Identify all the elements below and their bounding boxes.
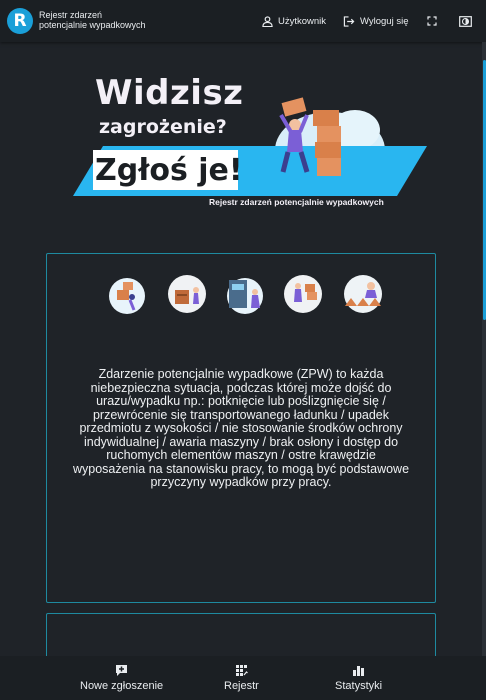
machine-worker-icon: [227, 278, 263, 314]
banner-subtitle: Rejestr zdarzeń potencjalnie wypadkowych: [209, 197, 384, 207]
nav-registry[interactable]: Rejestr: [224, 664, 259, 692]
boxes-worker-icon: [168, 275, 206, 313]
logout-button[interactable]: Wyloguj się: [343, 13, 409, 29]
nav-registry-label: Rejestr: [224, 680, 259, 692]
logo-letter: R: [13, 11, 27, 31]
user-label: Użytkownik: [278, 15, 327, 27]
statistics-icon: [353, 666, 365, 676]
banner-line1: Widzisz: [95, 73, 244, 113]
app-logo[interactable]: R: [7, 8, 33, 34]
logout-icon: [343, 15, 355, 27]
hero-banner: Widzisz zagrożenie? Zgłoś je! Rejestr zd…: [55, 70, 430, 220]
hazard-illustrations: [105, 272, 385, 316]
user-button[interactable]: Użytkownik: [262, 13, 326, 29]
user-icon: [262, 15, 273, 27]
banner-line2: zagrożenie?: [99, 116, 227, 138]
contrast-button[interactable]: [459, 13, 472, 29]
fullscreen-button[interactable]: [427, 13, 437, 29]
nav-new-report-label: Nowe zgłoszenie: [80, 680, 164, 692]
top-bar: R Rejestr zdarzeń potencjalnie wypadkowy…: [0, 0, 486, 42]
bottom-navigation: Nowe zgłoszenie Rejestr Statystyki: [0, 656, 486, 700]
hazard-icons-group: [109, 275, 382, 314]
logout-label: Wyloguj się: [360, 15, 409, 27]
carrying-boxes-icon: [284, 275, 322, 313]
nav-statistics-label: Statystyki: [335, 680, 383, 692]
nav-statistics[interactable]: Statystyki: [335, 664, 382, 692]
sharp-edges-icon: [344, 275, 382, 313]
new-report-icon: [116, 665, 128, 676]
registry-icon: [235, 665, 248, 676]
app-title: Rejestr zdarzeń potencjalnie wypadkowych: [39, 10, 169, 30]
nav-new-report[interactable]: Nowe zgłoszenie: [80, 664, 163, 692]
banner-line3: Zgłoś je!: [95, 153, 243, 188]
contrast-icon: [459, 15, 472, 27]
zpw-description: Zdarzenie potencjalnie wypadkowe (ZPW) t…: [72, 367, 410, 489]
app-title-line2: potencjalnie wypadkowych: [39, 20, 146, 30]
info-card: Zdarzenie potencjalnie wypadkowe (ZPW) t…: [46, 253, 436, 603]
app-title-line1: Rejestr zdarzeń: [39, 10, 103, 20]
fullscreen-icon: [427, 16, 437, 26]
falling-load-icon: [109, 278, 145, 314]
